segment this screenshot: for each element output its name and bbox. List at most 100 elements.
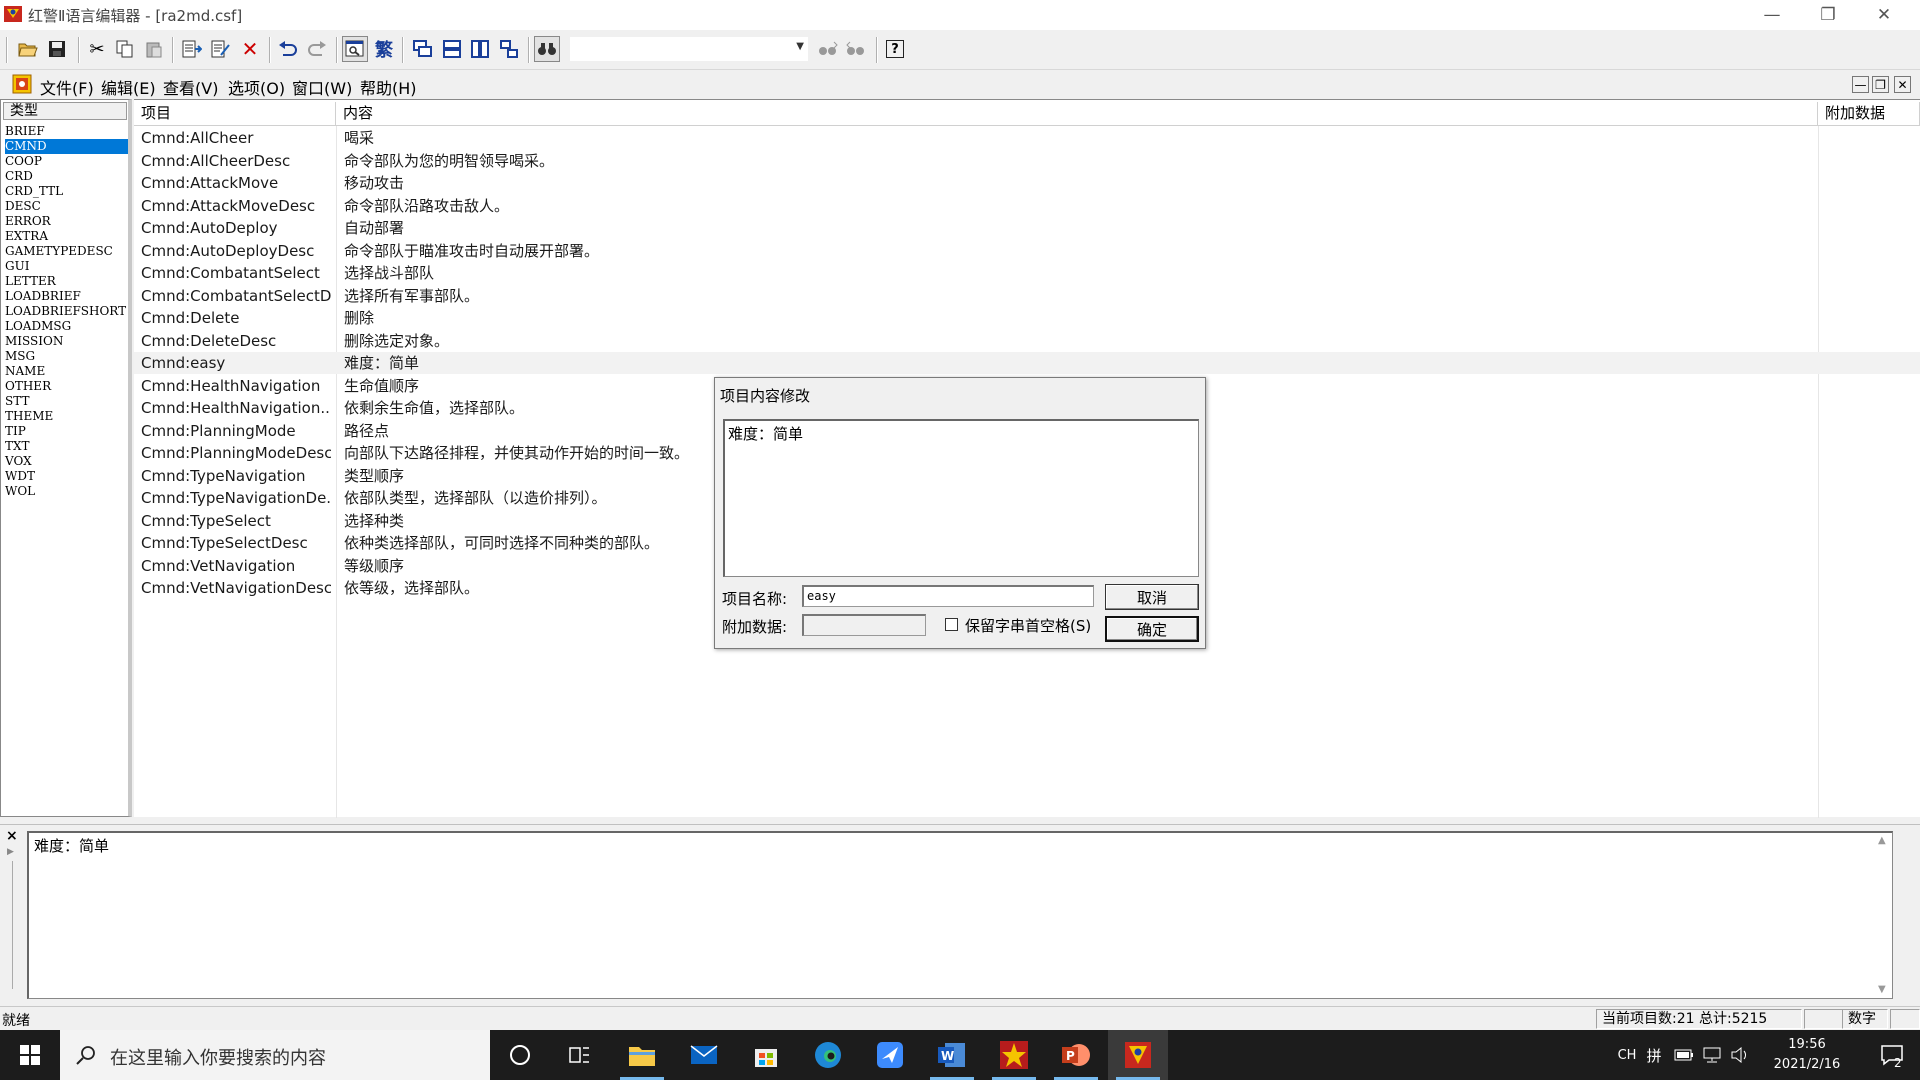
type-item[interactable]: LETTER [5,274,128,289]
scroll-down-icon[interactable]: ▼ [1878,984,1886,995]
menu-edit[interactable]: 编辑(E) [101,75,156,99]
tile-horizontal-button[interactable] [410,36,436,62]
type-item[interactable]: CRD [5,169,128,184]
type-item[interactable]: CRD_TTL [5,184,128,199]
chevron-down-icon[interactable]: ▼ [796,41,804,52]
taskbar-store[interactable] [736,1030,796,1080]
type-item[interactable]: WDT [5,469,128,484]
type-item[interactable]: MISSION [5,334,128,349]
keep-leading-space-label[interactable]: 保留字串首空格(S) [965,615,1091,636]
keep-leading-space-checkbox[interactable] [945,618,958,631]
type-list[interactable]: 类型 BRIEF CMND COOP CRD CRD_TTL DESC ERROR EXTRA… [0,99,132,817]
table-row[interactable]: Cmnd:Delete 删除 [134,307,1920,329]
type-item[interactable]: THEME [5,409,128,424]
item-name-input[interactable]: easy [802,585,1094,607]
table-row[interactable]: Cmnd:CombatantSelectD... 选择所有军事部队。 [134,285,1920,307]
extra-data-input[interactable] [802,614,926,636]
column-header-item[interactable]: 项目 [134,102,336,126]
column-header-extra[interactable]: 附加数据 [1818,102,1920,126]
panel-close-icon[interactable]: × [6,828,18,844]
find-prev-button[interactable] [843,36,869,62]
mdi-restore-button[interactable]: ❐ [1872,76,1889,93]
type-item[interactable]: DESC [5,199,128,214]
type-item[interactable]: LOADBRIEF [5,289,128,304]
type-list-header[interactable]: 类型 [3,102,127,120]
type-item[interactable]: EXTRA [5,229,128,244]
column-header-content[interactable]: 内容 [336,102,1818,126]
menu-view[interactable]: 查看(V) [163,75,218,99]
table-row[interactable]: Cmnd:easy 难度：简单 [134,352,1920,374]
mdi-minimize-button[interactable]: — [1852,76,1869,93]
taskbar-powerpoint[interactable]: P [1046,1030,1106,1080]
document-icon[interactable] [12,74,32,94]
taskbar-edge[interactable] [798,1030,858,1080]
save-button[interactable] [44,36,70,62]
type-item[interactable]: GUI [5,259,128,274]
tray-battery[interactable] [1670,1030,1698,1080]
table-row[interactable]: Cmnd:AllCheerDesc 命令部队为您的明智领导喝采。 [134,150,1920,172]
type-item[interactable]: BRIEF [5,124,128,139]
panel-grip[interactable] [12,861,13,989]
tray-lang[interactable]: CH [1614,1030,1640,1080]
type-item[interactable]: COOP [5,154,128,169]
cut-button[interactable]: ✂ [84,36,110,62]
taskbar-feishu[interactable] [860,1030,920,1080]
close-button[interactable]: ✕ [1856,0,1912,30]
type-item[interactable]: STT [5,394,128,409]
table-row[interactable]: Cmnd:CombatantSelect 选择战斗部队 [134,262,1920,284]
table-row[interactable]: Cmnd:AutoDeployDesc 命令部队于瞄准攻击时自动展开部署。 [134,240,1920,262]
taskbar-ra2-editor[interactable] [1108,1030,1168,1080]
start-button[interactable] [0,1030,60,1080]
menu-options[interactable]: 选项(O) [228,75,285,99]
table-row[interactable]: Cmnd:AttackMove 移动攻击 [134,172,1920,194]
table-row[interactable]: Cmnd:AutoDeploy 自动部署 [134,217,1920,239]
cancel-button[interactable]: 取消 [1105,584,1199,610]
open-button[interactable] [15,36,41,62]
taskbar-fa2[interactable] [984,1030,1044,1080]
type-item[interactable]: MSG [5,349,128,364]
tree-button[interactable] [496,36,522,62]
type-item[interactable]: WOL [5,484,128,499]
traditional-chinese-button[interactable]: 繁 [371,36,397,62]
type-item[interactable]: TXT [5,439,128,454]
undo-button[interactable] [275,36,301,62]
taskbar-search[interactable]: 在这里输入你要搜索的内容 [60,1030,490,1080]
tray-volume[interactable] [1726,1030,1754,1080]
help-button[interactable]: ? [882,36,908,62]
table-row[interactable]: Cmnd:DeleteDesc 删除选定对象。 [134,330,1920,352]
tray-network[interactable] [1698,1030,1726,1080]
table-row[interactable]: Cmnd:AllCheer 喝采 [134,127,1920,149]
taskbar-word[interactable]: W [922,1030,982,1080]
find-next-button[interactable] [815,36,841,62]
type-item[interactable]: LOADBRIEFSHORT [5,304,128,319]
content-textarea[interactable]: 难度：简单 [723,419,1199,577]
menu-window[interactable]: 窗口(W) [292,75,352,99]
tray-notifications[interactable]: 2 [1866,1030,1918,1080]
find-button[interactable] [342,36,368,62]
panel-pin-icon[interactable]: ▶ [7,847,14,857]
taskbar-file-explorer[interactable] [612,1030,672,1080]
minimize-button[interactable]: — [1744,0,1800,30]
type-item[interactable]: CMND [5,139,128,154]
preview-text[interactable]: 难度：简单 [27,831,1893,999]
ok-button[interactable]: 确定 [1105,616,1199,642]
preview-scrollbar[interactable]: ▲ ▼ [1874,833,1892,997]
tile-vertical-button[interactable] [439,36,465,62]
taskbar-cortana[interactable] [490,1030,550,1080]
search-combo[interactable]: ▼ [570,37,808,61]
type-item[interactable]: VOX [5,454,128,469]
type-item[interactable]: NAME [5,364,128,379]
columns-button[interactable] [467,36,493,62]
menu-help[interactable]: 帮助(H) [360,75,417,99]
tray-clock[interactable]: 19:56 2021/2/16 [1756,1030,1858,1080]
paste-button[interactable] [141,36,167,62]
restore-button[interactable]: ❐ [1800,0,1856,30]
copy-button[interactable] [112,36,138,62]
type-item[interactable]: TIP [5,424,128,439]
insert-button[interactable] [179,36,205,62]
edit-button[interactable] [208,36,234,62]
type-item[interactable]: OTHER [5,379,128,394]
scroll-up-icon[interactable]: ▲ [1878,835,1886,846]
filter-button[interactable] [534,36,560,62]
tray-ime[interactable]: 拼 [1640,1030,1668,1080]
